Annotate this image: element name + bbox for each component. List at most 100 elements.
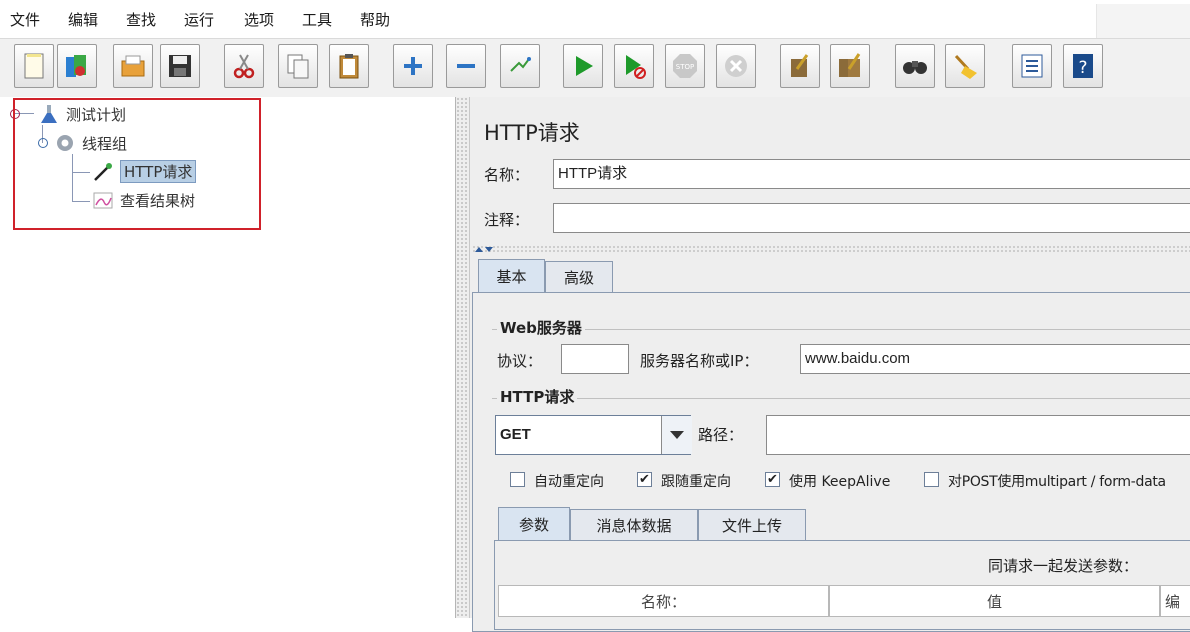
toggle-button[interactable] [500, 44, 540, 88]
pipette-icon [94, 162, 112, 181]
menu-options[interactable]: 选项 [244, 9, 274, 30]
clear-all-icon [839, 53, 861, 77]
svg-text:STOP: STOP [676, 63, 694, 71]
gear-icon [57, 135, 73, 151]
tree-node-test-plan[interactable]: 测试计划 [10, 103, 126, 125]
pane-splitter[interactable] [456, 97, 470, 618]
copy-button[interactable] [278, 44, 318, 88]
paste-icon [339, 54, 359, 79]
tab-advanced[interactable]: 高级 [545, 261, 613, 293]
new-button[interactable] [14, 44, 54, 88]
tree-connector [72, 201, 90, 202]
column-value[interactable]: 值 [829, 585, 1160, 617]
expand-handle-icon[interactable] [10, 109, 20, 119]
web-server-title: Web服务器 [497, 317, 585, 338]
panel-title: HTTP请求 [484, 121, 580, 145]
auto-redirect-checkbox[interactable] [510, 472, 525, 487]
reset-search-button[interactable] [945, 44, 985, 88]
stop-button[interactable]: STOP [665, 44, 705, 88]
http-request-group [492, 398, 1190, 399]
name-field[interactable]: HTTP请求 [553, 159, 1190, 189]
tree-node-label: 测试计划 [66, 105, 127, 124]
keepalive-checkbox[interactable]: ✔ [765, 472, 780, 487]
http-request-panel: HTTP请求 名称： HTTP请求 注释： 基本 高级 Web服务器 协议： 服… [470, 97, 1190, 632]
paste-button[interactable] [329, 44, 369, 88]
clear-all-button[interactable] [830, 44, 870, 88]
tree-node-http-request[interactable]: HTTP请求 [92, 160, 197, 183]
new-icon [24, 53, 44, 79]
save-button[interactable] [160, 44, 200, 88]
cut-button[interactable] [224, 44, 264, 88]
help-icon: ? [1073, 54, 1093, 78]
column-name[interactable]: 名称： [498, 585, 829, 617]
function-helper-icon [1021, 54, 1043, 78]
save-icon [169, 55, 191, 77]
method-select[interactable]: GET [495, 415, 692, 455]
search-button[interactable] [895, 44, 935, 88]
tab-file-upload[interactable]: 文件上传 [698, 509, 806, 541]
function-helper-button[interactable] [1012, 44, 1052, 88]
tree-node-thread-group[interactable]: 线程组 [38, 132, 127, 154]
http-request-group-title: HTTP请求 [497, 386, 578, 407]
chevron-down-icon [670, 431, 684, 439]
collapse-icon [457, 64, 475, 68]
clear-button[interactable] [780, 44, 820, 88]
flask-icon [41, 105, 57, 123]
auto-redirect-label: 自动重定向 [534, 474, 604, 490]
start-button[interactable] [563, 44, 603, 88]
column-encode[interactable]: 编 [1160, 585, 1190, 617]
server-label: 服务器名称或IP： [640, 352, 759, 370]
collapse-button[interactable] [446, 44, 486, 88]
menu-search[interactable]: 查找 [126, 9, 156, 30]
protocol-field[interactable] [561, 344, 629, 374]
tab-basic[interactable]: 基本 [478, 259, 545, 293]
collapse-divider[interactable] [472, 245, 1190, 253]
multipart-checkbox[interactable] [924, 472, 939, 487]
name-label: 名称： [484, 166, 530, 184]
protocol-label: 协议： [497, 352, 543, 370]
shutdown-button[interactable] [716, 44, 756, 88]
follow-redirect-checkbox[interactable]: ✔ [637, 472, 652, 487]
path-field[interactable] [766, 415, 1190, 455]
copy-icon [287, 54, 309, 79]
web-server-group [492, 329, 1190, 330]
tree-node-label: 查看结果树 [120, 191, 196, 210]
top-right-field[interactable] [1096, 4, 1190, 38]
tab-body-data[interactable]: 消息体数据 [570, 509, 698, 541]
tree-node-label: 线程组 [82, 134, 128, 153]
method-value: GET [500, 426, 531, 443]
server-field[interactable]: www.baidu.com [800, 344, 1190, 374]
menu-file[interactable]: 文件 [10, 9, 40, 30]
open-button[interactable] [113, 44, 153, 88]
test-plan-tree [0, 97, 456, 618]
tree-node-view-results-tree[interactable]: 查看结果树 [92, 189, 195, 211]
collapse-arrows-icon [475, 247, 493, 252]
reset-search-icon [954, 54, 977, 79]
start-icon [576, 56, 593, 76]
tree-connector [72, 172, 90, 173]
templates-icon [66, 55, 86, 77]
shutdown-icon [725, 55, 747, 77]
expand-button[interactable] [393, 44, 433, 88]
menu-edit[interactable]: 编辑 [68, 9, 98, 30]
follow-redirect-label: 跟随重定向 [661, 474, 731, 490]
search-icon [903, 61, 927, 74]
menu-tools[interactable]: 工具 [302, 9, 332, 30]
expand-handle-icon[interactable] [38, 138, 48, 148]
open-icon [121, 55, 145, 77]
start-no-timers-button[interactable] [614, 44, 654, 88]
templates-button[interactable] [57, 44, 97, 88]
comment-field[interactable] [553, 203, 1190, 233]
tree-node-label: HTTP请求 [120, 160, 197, 183]
expand-icon [404, 57, 422, 75]
graph-icon [93, 192, 113, 209]
help-button[interactable]: ? [1063, 44, 1103, 88]
menu-help[interactable]: 帮助 [360, 9, 390, 30]
path-label: 路径： [698, 426, 744, 444]
menu-run[interactable]: 运行 [184, 9, 214, 30]
method-dropdown-button[interactable] [661, 416, 692, 454]
tab-parameters[interactable]: 参数 [498, 507, 570, 541]
stop-icon: STOP [673, 54, 697, 78]
svg-text:?: ? [1078, 58, 1087, 78]
tree-connector [72, 154, 73, 202]
